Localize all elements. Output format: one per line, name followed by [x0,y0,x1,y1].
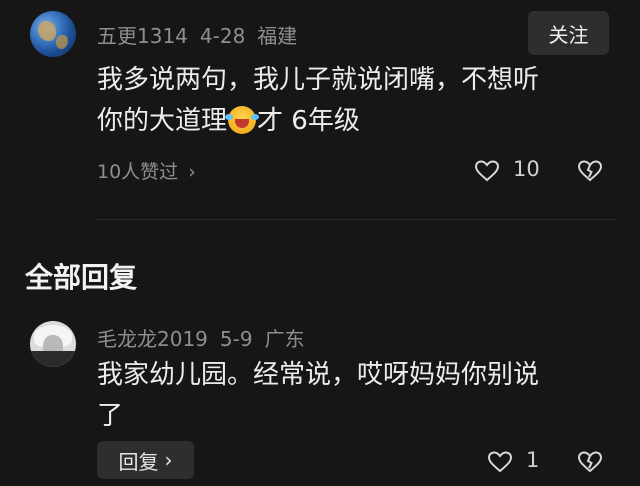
laughing-crying-emoji-icon [225,106,257,134]
comment-page: 五更1314 4-28 福建 关注 我多说两句，我儿子就说闭嘴，不想听 你的大道理才… [0,0,640,486]
comment-text-part: 你的大道理 [97,106,228,136]
reply-username[interactable]: 毛龙龙2019 [97,327,208,351]
comment-text-line2: 你的大道理才 6年级 [97,101,617,142]
reply-avatar[interactable] [30,321,76,367]
reply-meta: 毛龙龙2019 5-9 广东 [97,323,317,352]
reply-text: 我家幼儿园。经常说，哎呀妈妈你别说 了 [97,355,617,437]
chevron-right-icon: › [188,161,196,183]
reply-button-label: 回复 [118,449,159,474]
reply-button[interactable]: 回复 › [97,441,194,479]
reply-location: 广东 [264,327,305,351]
heart-icon[interactable] [475,160,499,182]
avatar[interactable] [30,11,76,57]
divider [97,219,616,220]
reply-like-count: 1 [526,448,540,472]
username[interactable]: 五更1314 [97,24,188,48]
reply-date: 5-9 [219,327,253,351]
like-count: 10 [513,157,540,181]
chevron-right-icon: › [164,448,173,472]
reply-text-line2: 了 [97,401,124,431]
likes-summary-label: 10人赞过 [97,161,179,183]
heart-icon[interactable] [488,451,512,473]
comment-location: 福建 [257,24,298,48]
follow-button[interactable]: 关注 [528,11,609,55]
comment-date: 4-28 [199,24,246,48]
comment-text: 我多说两句，我儿子就说闭嘴，不想听 你的大道理才 6年级 [97,60,617,142]
comment-text-part: 才 6年级 [257,106,360,136]
reply-text-line1: 我家幼儿园。经常说，哎呀妈妈你别说 [97,360,540,390]
comment-text-line1: 我多说两句，我儿子就说闭嘴，不想听 [97,65,540,95]
section-title: 全部回复 [25,261,138,294]
dislike-icon[interactable] [578,160,602,182]
dislike-icon[interactable] [578,451,602,473]
likes-summary[interactable]: 10人赞过 › [97,157,196,184]
comment-meta: 五更1314 4-28 福建 [97,20,309,49]
